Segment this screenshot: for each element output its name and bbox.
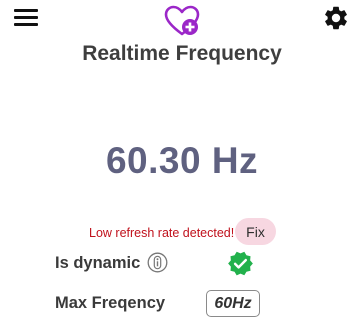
low-refresh-warning: Low refresh rate detected! — [89, 226, 235, 240]
fix-button[interactable]: Fix — [235, 218, 276, 245]
page-title: Realtime Frequency — [82, 42, 282, 65]
gear-icon[interactable] — [322, 4, 350, 32]
menu-icon-bar — [14, 16, 38, 19]
verified-check-icon — [228, 251, 253, 276]
screen: Realtime Frequency 60.30 Hz Low refresh … — [0, 0, 364, 325]
max-frequency-value: 60Hz — [206, 290, 260, 317]
heart-plus-icon — [164, 5, 200, 36]
warning-row: Low refresh rate detected! Fix — [0, 215, 364, 245]
menu-button[interactable] — [14, 7, 40, 27]
frequency-readout: 60.30 Hz — [105, 140, 259, 181]
info-icon[interactable] — [147, 252, 168, 273]
max-frequency-label: Max Freqency — [55, 294, 166, 312]
menu-icon-bar — [14, 23, 38, 26]
menu-icon-bar — [14, 9, 38, 12]
is-dynamic-label: Is dynamic — [55, 254, 141, 272]
